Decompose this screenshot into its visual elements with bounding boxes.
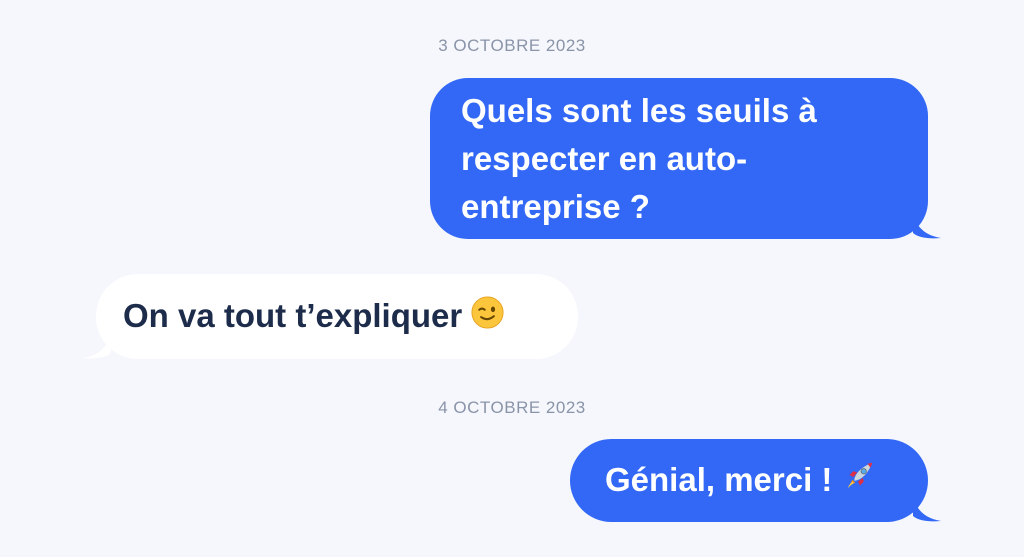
received-message-bubble[interactable]: On va tout t’expliquer <box>83 274 578 359</box>
winking-face-icon <box>471 294 504 342</box>
sent-message-bubble[interactable]: Quels sont les seuils à respecter en aut… <box>430 78 941 239</box>
date-separator: 4 OCTOBRE 2023 <box>438 398 586 417</box>
bubble-tail <box>83 331 111 359</box>
message-text: Quels sont les seuils à respecter en aut… <box>461 92 817 225</box>
bubble-tail <box>913 211 941 239</box>
bubble-tail <box>913 494 941 522</box>
sent-message-bubble[interactable]: Génial, merci ! <box>570 439 941 522</box>
date-separator: 3 OCTOBRE 2023 <box>438 36 586 55</box>
rocket-icon <box>842 458 876 506</box>
message-text: Génial, merci ! <box>605 461 833 498</box>
message-text: On va tout t’expliquer <box>123 297 463 334</box>
